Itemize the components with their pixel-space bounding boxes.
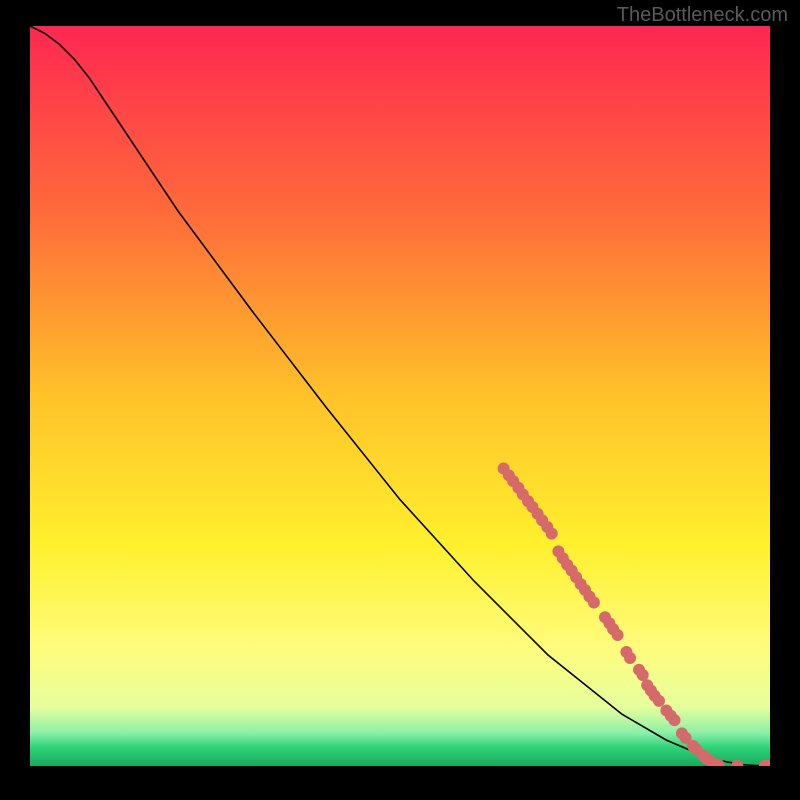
data-point: [637, 669, 649, 681]
watermark-text: TheBottleneck.com: [617, 4, 788, 27]
data-point: [669, 714, 681, 726]
chart-plot-area: [30, 26, 770, 766]
data-point: [588, 597, 600, 609]
data-point: [624, 652, 636, 664]
data-point: [546, 528, 558, 540]
data-point: [653, 695, 665, 707]
curve-layer: [30, 26, 770, 766]
data-point: [612, 629, 624, 641]
bottleneck-curve: [30, 26, 770, 766]
data-point: [731, 760, 743, 766]
